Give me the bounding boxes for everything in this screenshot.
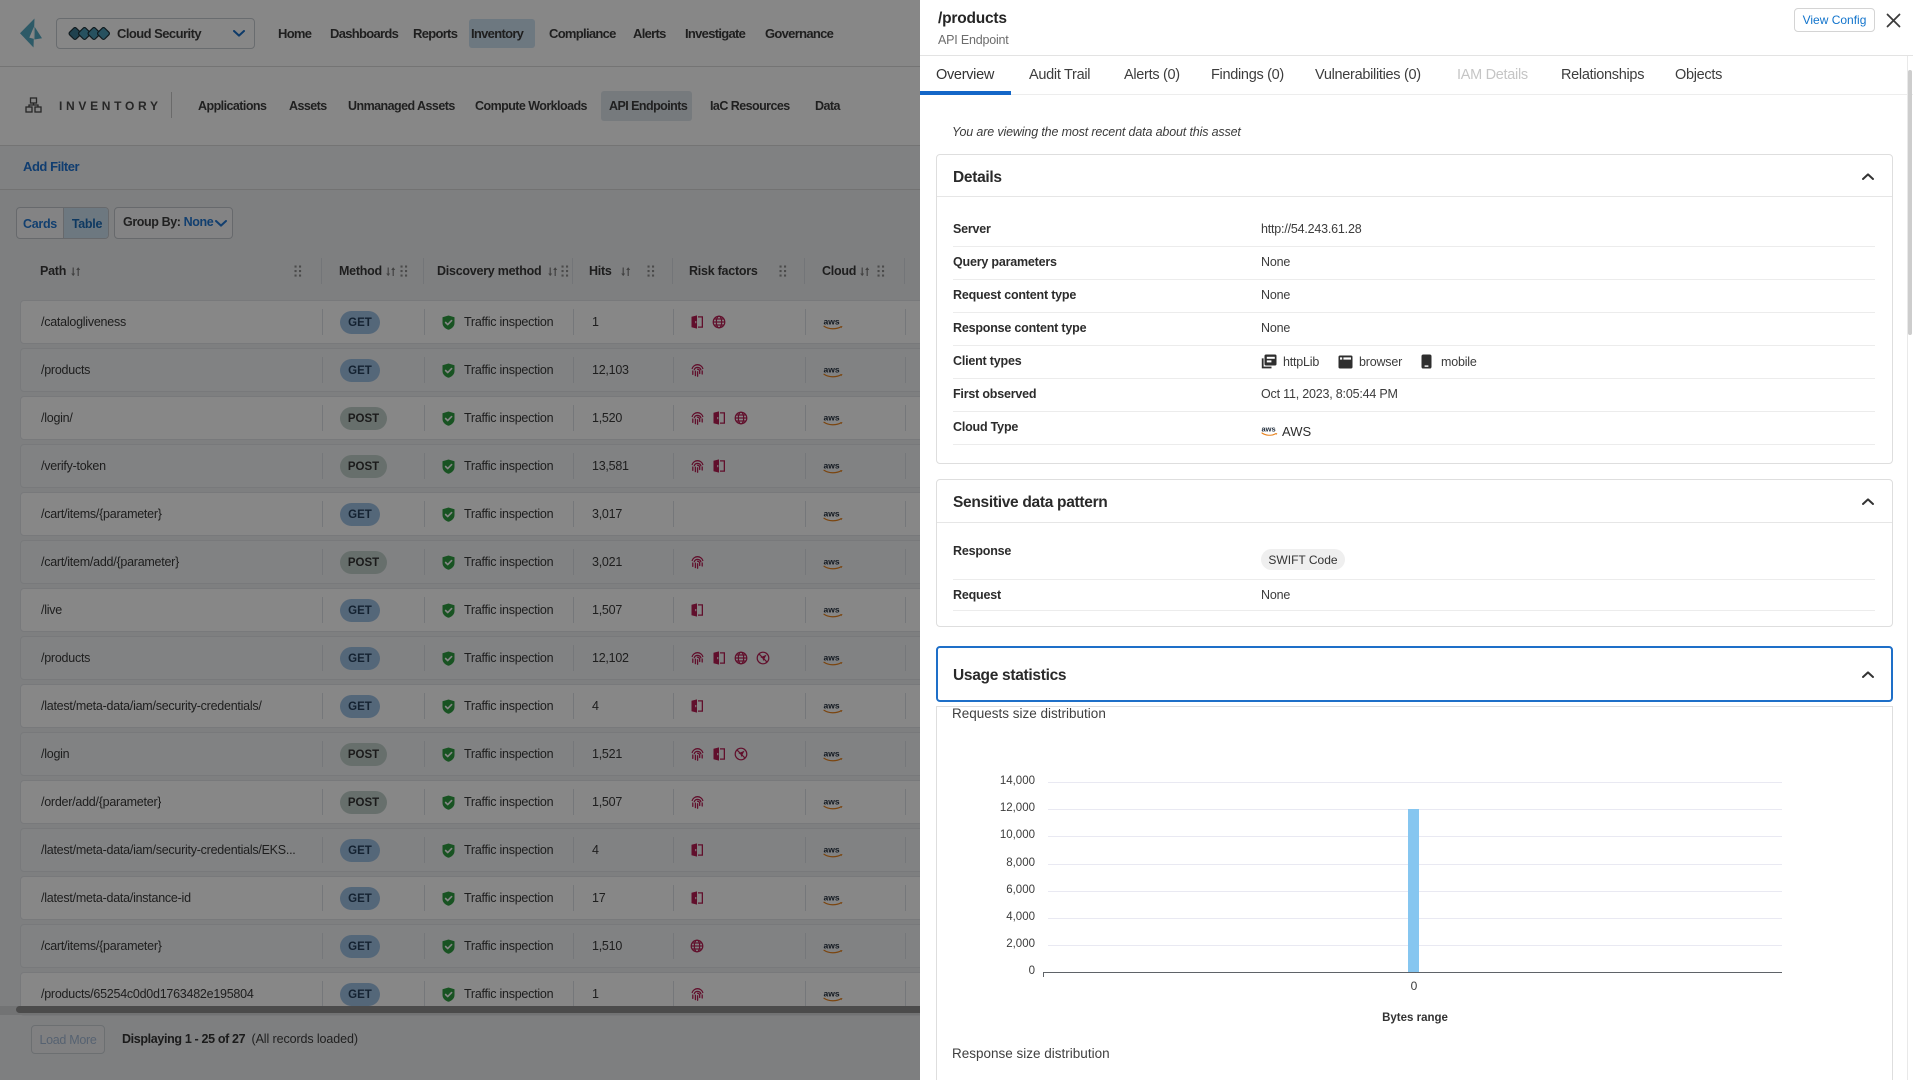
svg-text:aws: aws (1262, 425, 1276, 434)
